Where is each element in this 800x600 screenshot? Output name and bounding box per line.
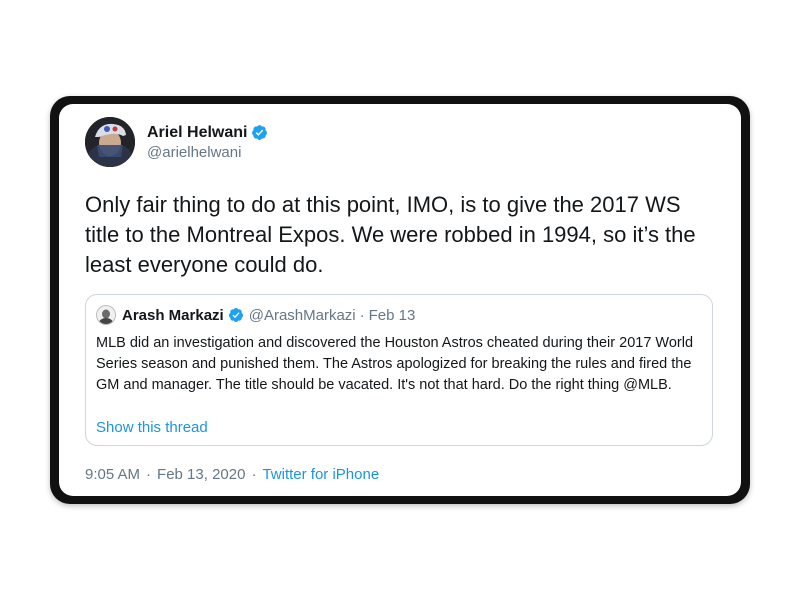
tweet-source-link[interactable]: Twitter for iPhone (262, 466, 379, 483)
quoted-tweet-header: Arash Markazi @ArashMarkazi · Feb 13 (96, 305, 415, 325)
quoted-profile-photo-icon (97, 306, 115, 324)
screenshot-stage: Ariel Helwani @arielhelwani Only fair th… (0, 0, 800, 600)
tweet-header: Ariel Helwani @arielhelwani (85, 117, 268, 167)
verified-badge-icon (252, 125, 268, 140)
quoted-author-display-name: Arash Markazi (122, 306, 224, 324)
tweet-meta: 9:05 AM · Feb 13, 2020 · Twitter for iPh… (85, 466, 379, 483)
quoted-tweet[interactable]: Arash Markazi @ArashMarkazi · Feb 13 MLB… (85, 294, 713, 446)
quoted-avatar (96, 305, 116, 325)
author-name-row: Ariel Helwani (147, 124, 268, 142)
author-handle[interactable]: @arielhelwani (147, 144, 268, 161)
show-thread-link[interactable]: Show this thread (96, 419, 208, 436)
tweet-time[interactable]: 9:05 AM (85, 466, 140, 483)
quoted-tweet-text: MLB did an investigation and discovered … (96, 335, 694, 393)
tweet-frame: Ariel Helwani @arielhelwani Only fair th… (50, 96, 750, 504)
meta-separator: · (146, 466, 152, 483)
author-names: Ariel Helwani @arielhelwani (147, 124, 268, 161)
meta-separator-2: · (251, 466, 257, 483)
quoted-date: Feb 13 (368, 306, 416, 324)
tweet-card: Ariel Helwani @arielhelwani Only fair th… (59, 104, 741, 496)
quoted-verified-badge-icon (228, 308, 243, 322)
avatar[interactable] (85, 117, 135, 167)
profile-photo-icon (85, 117, 135, 167)
quoted-separator: · (359, 306, 365, 324)
tweet-date[interactable]: Feb 13, 2020 (157, 466, 245, 483)
tweet-text: Only fair thing to do at this point, IMO… (85, 192, 696, 277)
quoted-author-handle: @ArashMarkazi (248, 306, 356, 324)
author-display-name[interactable]: Ariel Helwani (147, 124, 247, 142)
